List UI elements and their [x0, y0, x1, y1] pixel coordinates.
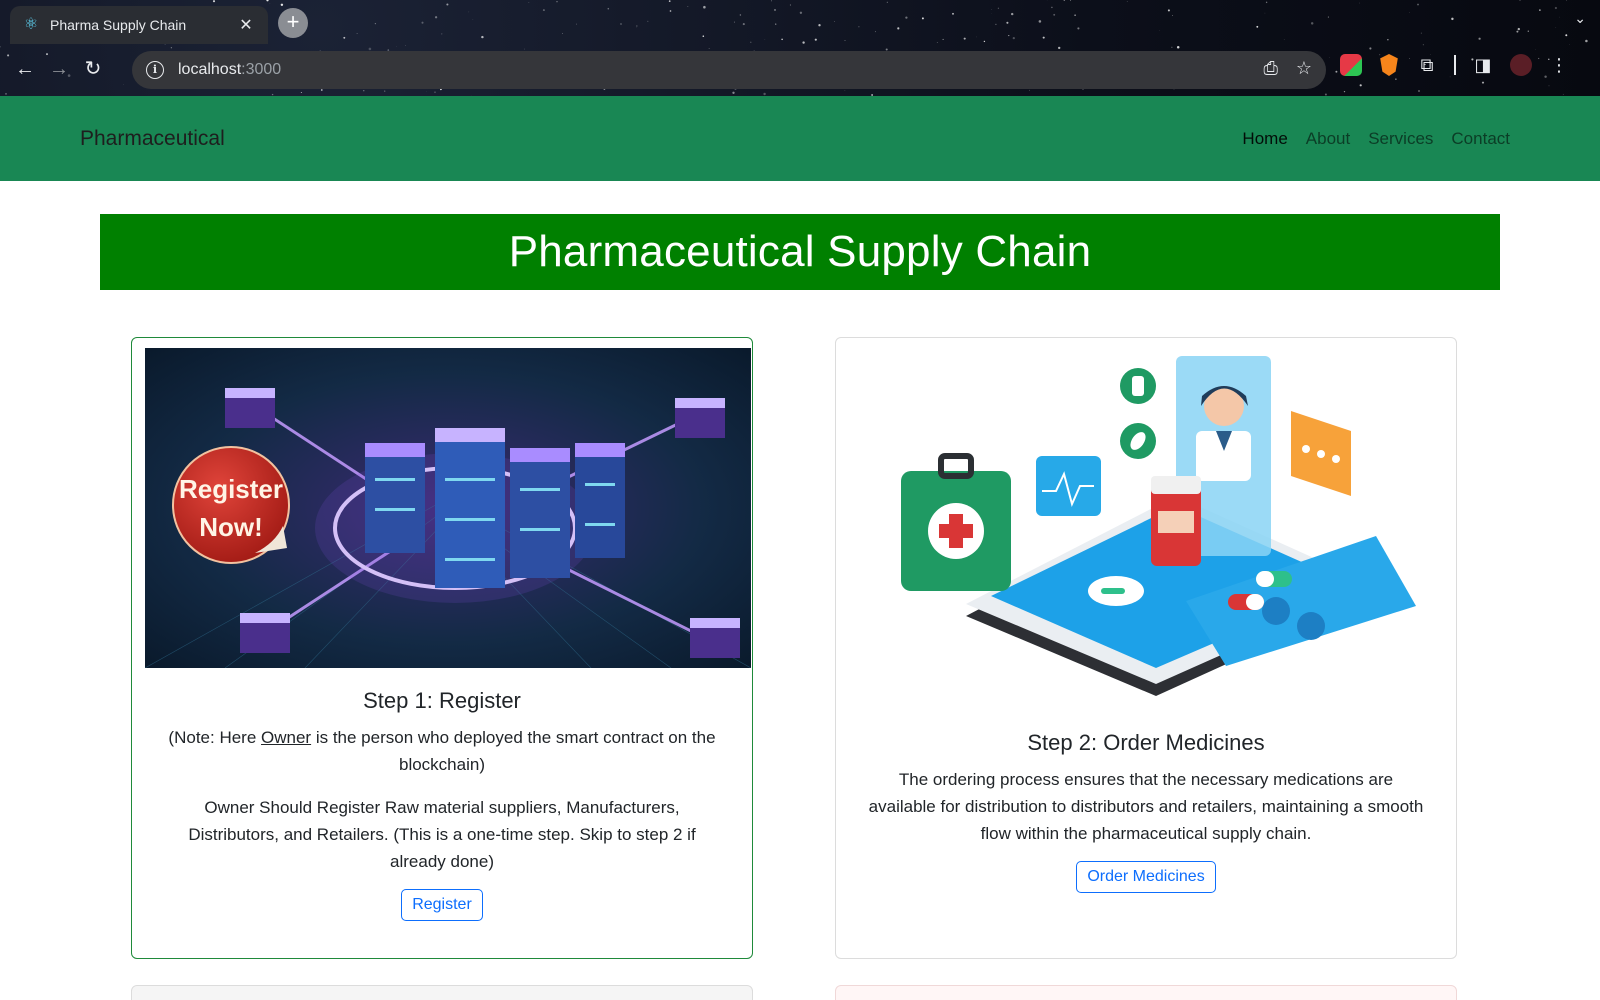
register-card-note: (Note: Here Owner is the person who depl…	[132, 724, 752, 778]
navbar-links: Home About Services Contact	[1242, 129, 1510, 149]
page-title: Pharmaceutical Supply Chain	[508, 227, 1092, 276]
browser-tab[interactable]: ⚛ Pharma Supply Chain ✕	[10, 6, 268, 44]
browser-toolbar: ← → ↻ i localhost:3000 ⎙ ☆ ⧉ ◨ ⋮	[0, 44, 1600, 94]
browser-chrome: ⚛ Pharma Supply Chain ✕ + ⌄ ← → ↻ i loca…	[0, 0, 1600, 96]
nav-link-home[interactable]: Home	[1242, 129, 1287, 149]
order-card-body: Step 2: Order Medicines The ordering pro…	[836, 730, 1456, 893]
side-panel-icon[interactable]: ◨	[1472, 55, 1494, 76]
order-medicines-card: Step 2: Order Medicines The ordering pro…	[835, 337, 1457, 959]
tab-title: Pharma Supply Chain	[50, 17, 187, 33]
note-prefix: (Note: Here	[168, 728, 262, 747]
metamask-fox-icon[interactable]	[1380, 54, 1398, 76]
back-icon[interactable]: ←	[8, 52, 42, 86]
install-app-icon[interactable]: ⎙	[1263, 58, 1277, 79]
order-card-title: Step 2: Order Medicines	[1027, 730, 1265, 755]
close-tab-icon[interactable]: ✕	[236, 15, 256, 35]
reload-icon[interactable]: ↻	[76, 52, 110, 86]
navbar-brand[interactable]: Pharmaceutical	[80, 127, 225, 151]
nav-link-services[interactable]: Services	[1368, 129, 1433, 149]
address-bar[interactable]: i localhost:3000 ⎙ ☆	[132, 51, 1326, 89]
nav-link-contact[interactable]: Contact	[1451, 129, 1510, 149]
register-now-badge-line2: Now!	[199, 512, 263, 542]
tab-strip: ⚛ Pharma Supply Chain ✕ + ⌄	[0, 0, 1600, 44]
star-dot	[1562, 93, 1564, 95]
order-medicines-button[interactable]: Order Medicines	[1076, 861, 1216, 893]
step3-card-partial	[131, 985, 753, 1000]
react-atom-icon: ⚛	[23, 16, 39, 33]
hero-banner: Pharmaceutical Supply Chain	[100, 214, 1500, 290]
more-menu-icon[interactable]: ⋮	[1548, 55, 1570, 76]
forward-icon[interactable]: →	[42, 52, 76, 86]
puzzle-extensions-icon[interactable]: ⧉	[1416, 55, 1438, 76]
profile-avatar[interactable]	[1510, 54, 1532, 76]
register-card: Register Now! Step 1: Register (Note: He…	[131, 337, 753, 959]
blockchain-server-image: Register Now!	[145, 348, 751, 668]
extensions-area: ⧉ ◨ ⋮	[1340, 54, 1570, 76]
new-tab-button[interactable]: +	[278, 8, 308, 38]
nav-link-about[interactable]: About	[1306, 129, 1350, 149]
extension-red-icon[interactable]	[1340, 54, 1362, 76]
owner-link[interactable]: Owner	[261, 728, 311, 747]
url-text: localhost:3000	[178, 61, 281, 79]
url-host: localhost	[178, 61, 242, 78]
chevron-down-icon[interactable]: ⌄	[1574, 10, 1586, 27]
step4-card-partial	[835, 985, 1457, 1000]
bookmark-star-icon[interactable]: ☆	[1296, 58, 1312, 79]
register-card-text: Owner Should Register Raw material suppl…	[188, 798, 696, 871]
register-card-title: Step 1: Register	[363, 688, 521, 713]
register-card-body: Step 1: Register (Note: Here Owner is th…	[132, 688, 752, 921]
register-now-badge-line1: Register	[179, 474, 283, 504]
url-port: :3000	[241, 61, 282, 78]
note-suffix: is the person who deployed the smart con…	[311, 728, 716, 774]
info-icon[interactable]: i	[146, 61, 164, 79]
register-button[interactable]: Register	[401, 889, 483, 921]
medical-app-illustration	[856, 346, 1438, 722]
site-navbar: Pharmaceutical Home About Services Conta…	[0, 96, 1600, 181]
order-card-text: The ordering process ensures that the ne…	[868, 770, 1424, 843]
toolbar-divider	[1454, 55, 1456, 75]
